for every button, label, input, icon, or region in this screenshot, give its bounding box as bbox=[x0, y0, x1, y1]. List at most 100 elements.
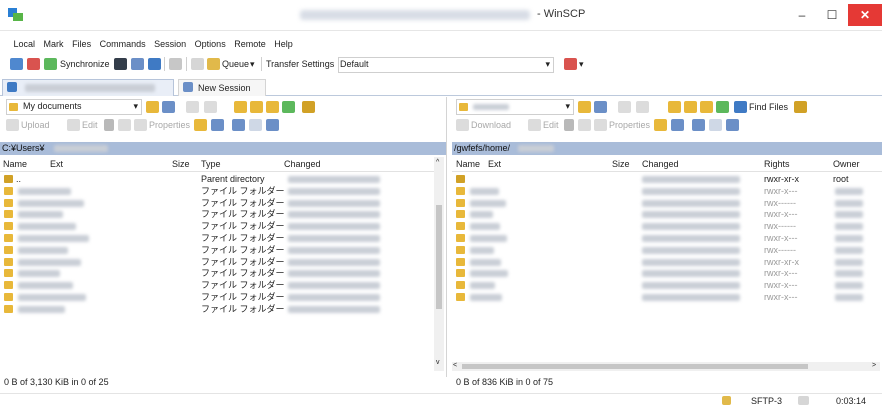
table-row[interactable]: rwxr-xr-x bbox=[452, 257, 880, 268]
filter-icon[interactable] bbox=[162, 101, 175, 113]
menu-options[interactable]: Options bbox=[192, 36, 229, 52]
scroll-left-icon[interactable]: < bbox=[453, 362, 457, 369]
right-col-changed[interactable]: Changed bbox=[642, 157, 679, 171]
preferences-icon[interactable] bbox=[131, 58, 144, 70]
right-hscrollbar[interactable]: < > bbox=[452, 362, 880, 371]
unselect-icon[interactable] bbox=[709, 119, 722, 131]
queue-dropdown-arrow[interactable]: ▾ bbox=[250, 59, 255, 70]
table-row[interactable]: ファイル フォルダー bbox=[0, 209, 434, 220]
rename-icon[interactable] bbox=[578, 119, 591, 131]
menu-local[interactable]: Local bbox=[11, 36, 39, 52]
home-icon[interactable] bbox=[266, 101, 279, 113]
synchronize-button[interactable]: Synchronize bbox=[60, 59, 110, 69]
right-col-owner[interactable]: Owner bbox=[833, 157, 860, 171]
upload-button[interactable]: Upload bbox=[21, 120, 50, 130]
table-row[interactable]: ファイル フォルダー bbox=[0, 257, 434, 268]
right-location-select[interactable]: ▾ bbox=[456, 99, 574, 115]
filter-icon[interactable] bbox=[594, 101, 607, 113]
parent-directory-icon[interactable] bbox=[668, 101, 681, 113]
menu-commands[interactable]: Commands bbox=[97, 36, 149, 52]
download-button[interactable]: Download bbox=[471, 120, 511, 130]
queue-button[interactable]: Queue bbox=[222, 59, 249, 69]
table-row[interactable]: ファイル フォルダー bbox=[0, 198, 434, 209]
left-col-name[interactable]: Name bbox=[3, 157, 27, 171]
table-row[interactable]: rwxr-x--- bbox=[452, 268, 880, 279]
filter-mask-icon[interactable] bbox=[266, 119, 279, 131]
open-directory-icon[interactable] bbox=[146, 101, 159, 113]
new-file-icon[interactable] bbox=[671, 119, 684, 131]
compare-icon[interactable] bbox=[10, 58, 23, 70]
tab-new-session[interactable]: New Session bbox=[178, 79, 266, 96]
table-row[interactable]: .. Parent directory bbox=[0, 174, 434, 185]
properties-button[interactable]: Properties bbox=[609, 120, 650, 130]
new-folder-icon[interactable] bbox=[654, 119, 667, 131]
root-directory-icon[interactable] bbox=[250, 101, 263, 113]
transfer-profile-select[interactable]: Default ▾ bbox=[338, 57, 554, 73]
menu-help[interactable]: Help bbox=[271, 36, 296, 52]
menu-session[interactable]: Session bbox=[151, 36, 189, 52]
queue-list-icon[interactable] bbox=[148, 58, 161, 70]
select-all-icon[interactable] bbox=[232, 119, 245, 131]
table-row[interactable]: ファイル フォルダー bbox=[0, 304, 434, 315]
table-row[interactable]: rwxr-x--- bbox=[452, 209, 880, 220]
table-row[interactable]: rwx------ bbox=[452, 245, 880, 256]
menu-files[interactable]: Files bbox=[69, 36, 94, 52]
scroll-up-icon[interactable]: ^ bbox=[436, 159, 439, 166]
home-icon[interactable] bbox=[700, 101, 713, 113]
right-col-ext[interactable]: Ext bbox=[488, 157, 501, 171]
back-icon[interactable] bbox=[186, 101, 199, 113]
table-row[interactable]: ファイル フォルダー bbox=[0, 221, 434, 232]
properties-button[interactable]: Properties bbox=[149, 120, 190, 130]
table-row[interactable]: rwxr-x--- bbox=[452, 233, 880, 244]
unselect-icon[interactable] bbox=[249, 119, 262, 131]
refresh-icon[interactable] bbox=[282, 101, 295, 113]
open-directory-icon[interactable] bbox=[578, 101, 591, 113]
select-all-icon[interactable] bbox=[692, 119, 705, 131]
find-icon[interactable] bbox=[302, 101, 315, 113]
left-col-type[interactable]: Type bbox=[201, 157, 221, 171]
table-row[interactable]: rwxr-x--- bbox=[452, 280, 880, 291]
scroll-right-icon[interactable]: > bbox=[872, 362, 876, 369]
pane-divider[interactable] bbox=[446, 97, 447, 377]
table-row[interactable]: rwx------ bbox=[452, 198, 880, 209]
right-col-name[interactable]: Name bbox=[456, 157, 480, 171]
table-row[interactable]: rwxr-xr-x root bbox=[452, 174, 880, 185]
forward-icon[interactable] bbox=[204, 101, 217, 113]
left-col-changed[interactable]: Changed bbox=[284, 157, 321, 171]
menu-mark[interactable]: Mark bbox=[41, 36, 67, 52]
right-col-rights[interactable]: Rights bbox=[764, 157, 790, 171]
delete-icon[interactable] bbox=[104, 119, 114, 131]
filter-mask-icon[interactable] bbox=[726, 119, 739, 131]
terminal-icon[interactable] bbox=[114, 58, 127, 70]
minimize-button[interactable]: – bbox=[787, 4, 817, 26]
tab-current-session[interactable] bbox=[2, 79, 174, 96]
refresh-icon[interactable] bbox=[716, 101, 729, 113]
left-scrollbar[interactable]: ^ v bbox=[434, 157, 444, 371]
disconnect-icon[interactable] bbox=[564, 58, 577, 70]
reconnect-icon[interactable] bbox=[169, 58, 182, 70]
table-row[interactable]: rwxr-x--- bbox=[452, 292, 880, 303]
left-col-size[interactable]: Size bbox=[172, 157, 190, 171]
table-row[interactable]: ファイル フォルダー bbox=[0, 186, 434, 197]
new-folder-icon[interactable] bbox=[194, 119, 207, 131]
disconnect-dropdown-arrow[interactable]: ▾ bbox=[579, 59, 584, 70]
table-row[interactable]: rwxr-x--- bbox=[452, 186, 880, 197]
forward-icon[interactable] bbox=[636, 101, 649, 113]
find-files-button[interactable]: Find Files bbox=[749, 102, 788, 112]
menu-remote[interactable]: Remote bbox=[231, 36, 269, 52]
left-location-select[interactable]: My documents ▾ bbox=[6, 99, 142, 115]
table-row[interactable]: rwx------ bbox=[452, 221, 880, 232]
table-row[interactable]: ファイル フォルダー bbox=[0, 280, 434, 291]
left-scroll-thumb[interactable] bbox=[436, 205, 442, 309]
sync-browse-icon[interactable] bbox=[27, 58, 40, 70]
right-col-size[interactable]: Size bbox=[612, 157, 630, 171]
edit-button[interactable]: Edit bbox=[82, 120, 98, 130]
table-row[interactable]: ファイル フォルダー bbox=[0, 292, 434, 303]
delete-icon[interactable] bbox=[564, 119, 574, 131]
root-directory-icon[interactable] bbox=[684, 101, 697, 113]
find-icon[interactable] bbox=[794, 101, 807, 113]
edit-button[interactable]: Edit bbox=[543, 120, 559, 130]
new-file-icon[interactable] bbox=[211, 119, 224, 131]
maximize-button[interactable]: ☐ bbox=[817, 4, 847, 26]
right-hscroll-thumb[interactable] bbox=[462, 364, 808, 369]
